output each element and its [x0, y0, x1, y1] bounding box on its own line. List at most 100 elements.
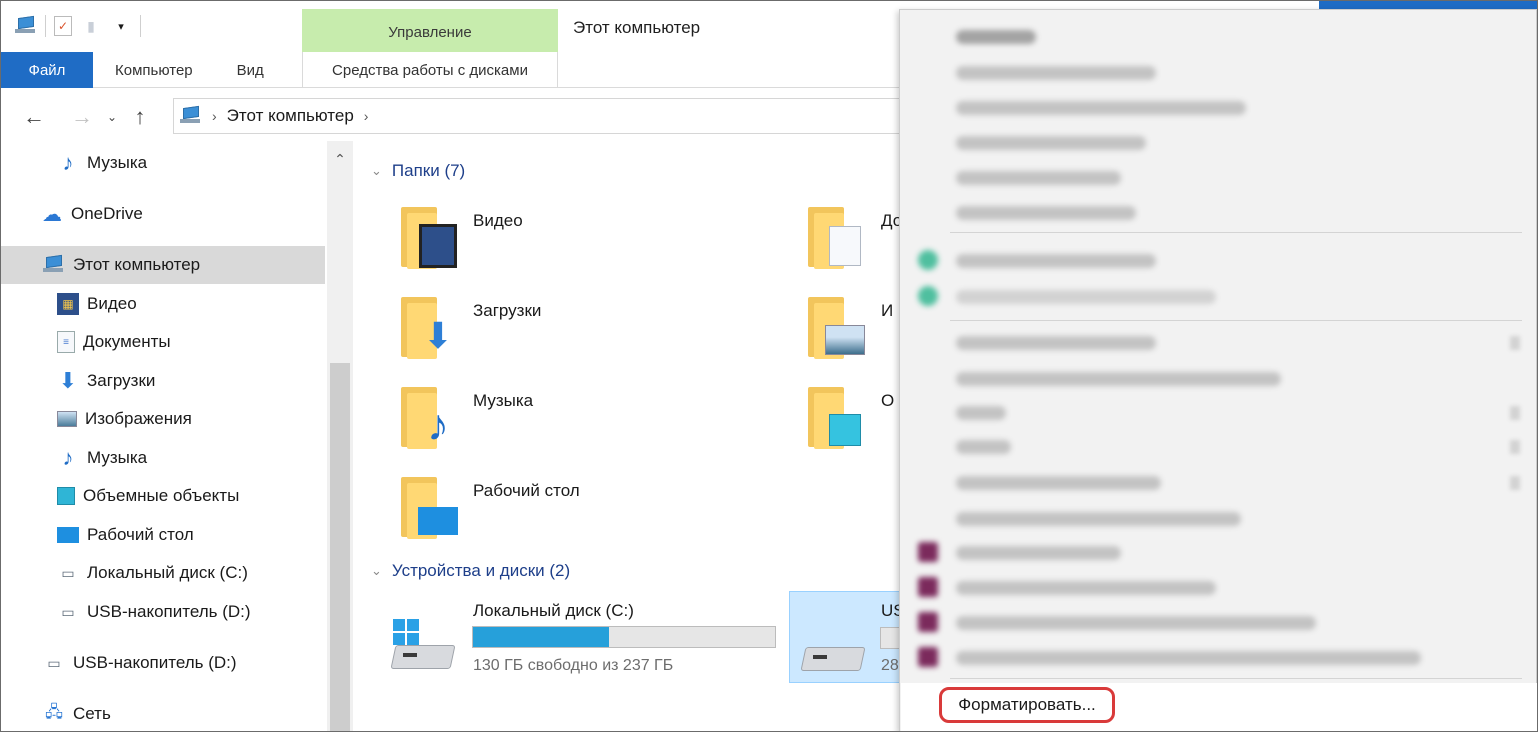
- breadcrumb[interactable]: Этот компьютер: [227, 106, 354, 126]
- cube-icon: [57, 487, 75, 505]
- recent-locations-button[interactable]: ⌄: [101, 100, 123, 134]
- drive-free-space: 28: [881, 657, 899, 674]
- sidebar-item-label: USB-накопитель (D:): [87, 602, 251, 621]
- folder-icon[interactable]: [808, 383, 872, 449]
- menu-item-blurred[interactable]: [956, 546, 1121, 560]
- menu-item-blurred[interactable]: [956, 254, 1156, 268]
- sidebar-item-video[interactable]: ▦ Видео: [1, 285, 325, 323]
- sidebar-item-label: Документы: [83, 332, 171, 351]
- explorer-window: ✓ ▮ ▾ Управление Этот компьютер Файл Ком…: [0, 0, 1538, 732]
- format-menu-item[interactable]: Форматировать...: [939, 687, 1115, 723]
- sidebar-item-documents[interactable]: ≡ Документы: [1, 323, 325, 361]
- contextual-tab-group: Управление: [302, 9, 558, 52]
- submenu-arrow-icon: [1510, 336, 1520, 350]
- group-title: Папки (7): [391, 161, 466, 180]
- music-icon: ♪: [427, 401, 449, 450]
- tab-file[interactable]: Файл: [1, 52, 93, 88]
- group-title: Устройства и диски (2): [391, 561, 571, 580]
- folders-group-header[interactable]: ⌄ Папки (7): [371, 161, 465, 181]
- folder-label[interactable]: Музыка: [473, 391, 533, 411]
- menu-item-blurred[interactable]: [956, 406, 1006, 420]
- image-icon: [822, 315, 868, 357]
- folder-label[interactable]: Загрузки: [473, 301, 541, 321]
- sidebar-item-this-pc[interactable]: Этот компьютер: [1, 246, 325, 284]
- address-bar[interactable]: › Этот компьютер ›: [173, 98, 901, 134]
- sidebar-item-network[interactable]: 🖧 Сеть: [1, 695, 325, 731]
- sidebar-item-local-disk-c[interactable]: ▭ Локальный диск (C:): [1, 554, 325, 592]
- folder-icon[interactable]: [808, 293, 872, 359]
- folder-icon[interactable]: [401, 203, 465, 269]
- arrow-up-icon: ↑: [134, 104, 146, 129]
- sidebar-item-downloads[interactable]: ⬇ Загрузки: [1, 362, 325, 400]
- sidebar-item-music[interactable]: ♪ Музыка: [1, 439, 325, 477]
- computer-icon[interactable]: [15, 15, 37, 37]
- menu-item-blurred[interactable]: [956, 512, 1241, 526]
- folder-icon[interactable]: ⬇: [401, 293, 465, 359]
- tab-view[interactable]: Вид: [213, 52, 284, 88]
- sidebar-item-onedrive[interactable]: ☁ OneDrive: [1, 195, 325, 233]
- sidebar-item-images[interactable]: Изображения: [1, 400, 325, 438]
- devices-group-header[interactable]: ⌄ Устройства и диски (2): [371, 561, 570, 581]
- sidebar-item-3d-objects[interactable]: Объемные объекты: [1, 477, 325, 515]
- tab-computer[interactable]: Компьютер: [93, 52, 213, 88]
- folder-icon[interactable]: ♪: [401, 383, 465, 450]
- quick-access-toolbar: ✓ ▮ ▾: [1, 1, 301, 51]
- window-title: Этот компьютер: [573, 18, 701, 37]
- sidebar-item-label: Локальный диск (C:): [87, 563, 248, 582]
- menu-item-blurred[interactable]: [956, 30, 1036, 44]
- breadcrumb-chevron-icon[interactable]: ›: [364, 108, 369, 124]
- sidebar-item-usb-d[interactable]: ▭ USB-накопитель (D:): [1, 593, 325, 631]
- title-bar-accent: [1319, 1, 1537, 9]
- scroll-up-icon[interactable]: ⌃: [327, 141, 353, 177]
- tab-drive-tools[interactable]: Средства работы с дисками: [302, 52, 558, 88]
- new-folder-icon[interactable]: ▮: [80, 15, 102, 37]
- menu-item-blurred[interactable]: [956, 290, 1216, 304]
- navigation-pane-scrollbar[interactable]: ⌃: [327, 141, 353, 731]
- desktop-icon: [415, 495, 461, 537]
- back-button[interactable]: ←: [17, 100, 51, 134]
- menu-item-blurred[interactable]: [956, 651, 1421, 665]
- context-menu: [899, 9, 1537, 731]
- customize-toolbar-icon[interactable]: ▾: [110, 15, 132, 37]
- menu-item-blurred[interactable]: [956, 66, 1156, 80]
- folder-label[interactable]: Рабочий стол: [473, 481, 580, 501]
- folder-label[interactable]: О: [881, 391, 894, 411]
- sidebar-item-label: Рабочий стол: [87, 525, 194, 544]
- sidebar-item-label: Музыка: [87, 448, 148, 467]
- forward-button[interactable]: →: [65, 100, 99, 134]
- chevron-down-icon: ⌄: [106, 110, 118, 124]
- folder-label[interactable]: Видео: [473, 211, 523, 231]
- sidebar-item-desktop[interactable]: Рабочий стол: [1, 516, 325, 554]
- sidebar-item-usb-d-root[interactable]: ▭ USB-накопитель (D:): [1, 644, 325, 682]
- drive-free-space: 130 ГБ свободно из 237 ГБ: [473, 657, 674, 674]
- folder-icon[interactable]: [401, 473, 465, 539]
- sidebar-item-music-quick[interactable]: ♪ Музыка: [1, 144, 325, 182]
- sidebar-item-label: USB-накопитель (D:): [73, 653, 237, 672]
- menu-item-blurred[interactable]: [956, 372, 1281, 386]
- menu-item-blurred[interactable]: [956, 206, 1136, 220]
- menu-item-blurred[interactable]: [956, 171, 1121, 185]
- menu-item-blurred[interactable]: [956, 440, 1011, 454]
- usb-drive-icon[interactable]: [799, 621, 869, 677]
- scrollbar-thumb[interactable]: [330, 363, 350, 731]
- menu-item-blurred[interactable]: [956, 476, 1161, 490]
- archive-icon: [918, 542, 938, 562]
- archive-icon: [918, 577, 938, 597]
- download-icon: ⬇: [58, 368, 78, 393]
- menu-item-blurred[interactable]: [956, 101, 1246, 115]
- up-button[interactable]: ↑: [123, 100, 157, 134]
- sidebar-item-label: Этот компьютер: [73, 255, 201, 274]
- toolbar-divider: [45, 15, 46, 37]
- windows-drive-icon[interactable]: [389, 619, 459, 675]
- archive-icon: [918, 647, 938, 667]
- folder-label[interactable]: И: [881, 301, 893, 321]
- music-icon: ♪: [62, 150, 74, 175]
- menu-item-blurred[interactable]: [956, 616, 1316, 630]
- folder-icon[interactable]: [808, 203, 872, 269]
- menu-item-blurred[interactable]: [956, 581, 1216, 595]
- drive-label[interactable]: Локальный диск (C:): [473, 601, 634, 621]
- menu-item-blurred[interactable]: [956, 136, 1146, 150]
- breadcrumb-separator-icon[interactable]: ›: [212, 108, 217, 124]
- menu-item-blurred[interactable]: [956, 336, 1156, 350]
- properties-icon[interactable]: ✓: [54, 16, 72, 36]
